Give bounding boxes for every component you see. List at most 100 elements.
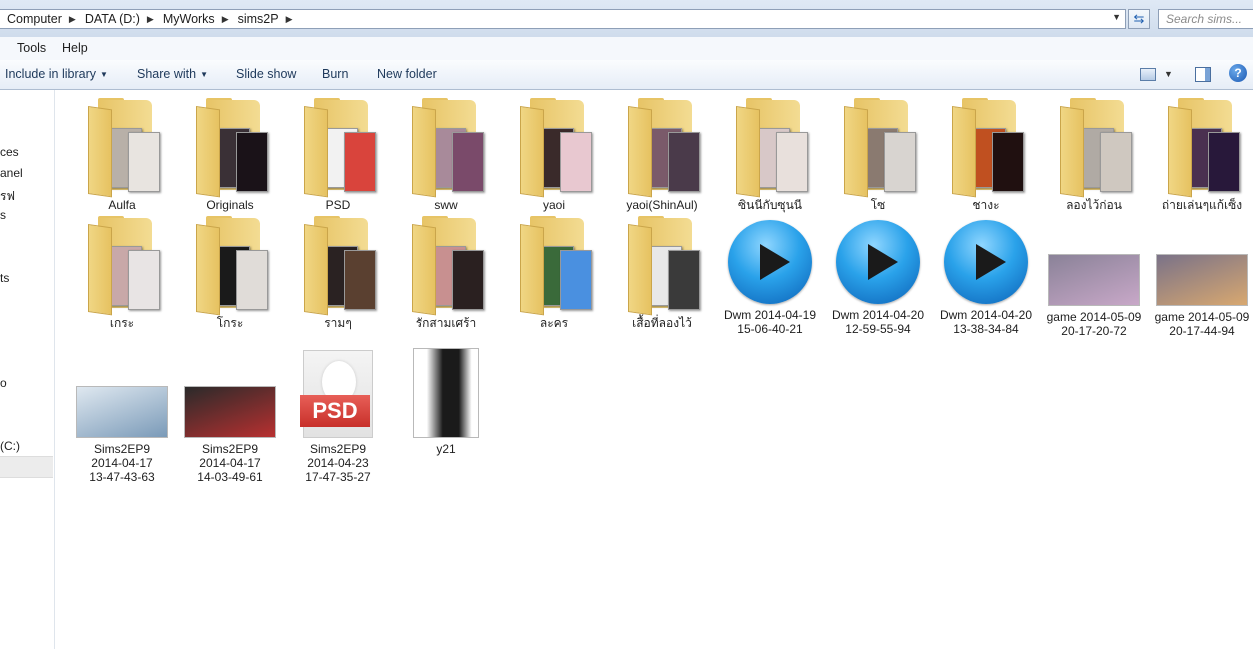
folder-item[interactable]: sww <box>392 98 500 212</box>
item-label: โซ <box>870 198 886 212</box>
file-item[interactable]: Dwm 2014-04-20 12-59-55-94 <box>824 216 932 336</box>
item-label: sww <box>434 198 458 212</box>
nav-item-selected[interactable] <box>0 456 53 478</box>
refresh-button[interactable]: ⇆ <box>1128 9 1150 29</box>
chevron-right-icon[interactable]: ▶ <box>284 14 295 25</box>
share-label: Share with <box>137 67 197 81</box>
folder-item[interactable]: โกระ <box>176 216 284 330</box>
folder-item[interactable]: เสื้อที่ลองไว้ <box>608 216 716 330</box>
refresh-icon: ⇆ <box>1133 11 1145 26</box>
item-label: Originals <box>206 198 254 212</box>
menu-help[interactable]: Help <box>62 41 88 55</box>
share-with-button[interactable]: Share with ▼ <box>137 67 208 81</box>
image-thumbnail <box>1156 254 1248 306</box>
file-item[interactable]: PSD Sims2EP9 2014-04-23 17-47-35-27 <box>284 348 392 484</box>
breadcrumb-computer[interactable]: Computer <box>0 12 67 26</box>
navigation-pane[interactable]: ces anel รฟ s ts o (C:) <box>0 90 55 649</box>
folder-icon <box>304 98 376 198</box>
include-label: Include in library <box>5 67 97 81</box>
item-label: Dwm 2014-04-20 13-38-34-84 <box>939 308 1033 336</box>
nav-item-s[interactable]: s <box>0 208 6 222</box>
folder-icon <box>520 216 592 316</box>
folder-icon <box>196 98 268 198</box>
image-thumbnail <box>76 386 168 438</box>
file-item[interactable]: Dwm 2014-04-20 13-38-34-84 <box>932 216 1040 336</box>
folder-item[interactable]: ลองไว้ก่อน <box>1040 98 1148 212</box>
chevron-right-icon[interactable]: ▶ <box>220 14 231 25</box>
folder-item[interactable]: โซ <box>824 98 932 212</box>
folder-item[interactable]: ละคร <box>500 216 608 330</box>
file-item[interactable]: game 2014-05-09 20-17-44-94 <box>1148 216 1253 338</box>
item-label: Sims2EP9 2014-04-17 13-47-43-63 <box>89 442 155 484</box>
item-label: ลองไว้ก่อน <box>1066 198 1122 212</box>
video-play-icon <box>728 220 812 304</box>
folder-item[interactable]: yaoi <box>500 98 608 212</box>
breadcrumb-data-drive[interactable]: DATA (D:) <box>78 12 145 26</box>
folder-item[interactable]: รามๆ <box>284 216 392 330</box>
preview-pane-icon[interactable] <box>1195 67 1211 82</box>
file-item[interactable]: Sims2EP9 2014-04-17 14-03-49-61 <box>176 348 284 484</box>
image-thumbnail <box>184 386 276 438</box>
file-item[interactable]: Sims2EP9 2014-04-17 13-47-43-63 <box>68 348 176 484</box>
folder-icon <box>88 98 160 198</box>
folder-item[interactable]: ชางะ <box>932 98 1040 212</box>
folder-icon <box>844 98 916 198</box>
folder-icon <box>412 98 484 198</box>
nav-item-o[interactable]: o <box>0 376 7 390</box>
item-label: ชางะ <box>972 198 1000 212</box>
item-label: โกระ <box>216 316 244 330</box>
folder-icon <box>1168 98 1240 198</box>
slide-show-button[interactable]: Slide show <box>236 67 296 81</box>
folder-icon <box>412 216 484 316</box>
nav-item-control-panel[interactable]: anel <box>0 166 23 180</box>
item-label: Sims2EP9 2014-04-23 17-47-35-27 <box>305 442 371 484</box>
breadcrumb[interactable]: Computer ▶ DATA (D:) ▶ MyWorks ▶ sims2P … <box>0 9 1126 29</box>
chevron-down-icon[interactable]: ▼ <box>1112 12 1121 22</box>
new-folder-button[interactable]: New folder <box>377 67 437 81</box>
help-icon[interactable]: ? <box>1229 64 1247 82</box>
folder-icon <box>304 216 376 316</box>
item-label: รักสามเศร้า <box>415 316 477 330</box>
nav-item-places[interactable]: ces <box>0 145 19 159</box>
chevron-right-icon[interactable]: ▶ <box>67 14 78 25</box>
folder-icon <box>628 98 700 198</box>
chevron-down-icon[interactable]: ▼ <box>1164 69 1173 79</box>
change-view-icon[interactable] <box>1140 68 1156 81</box>
folder-icon <box>196 216 268 316</box>
address-bar: Computer ▶ DATA (D:) ▶ MyWorks ▶ sims2P … <box>0 0 1253 38</box>
video-play-icon <box>944 220 1028 304</box>
item-label: เกระ <box>109 316 135 330</box>
breadcrumb-myworks[interactable]: MyWorks <box>156 12 220 26</box>
folder-item[interactable]: yaoi(ShinAul) <box>608 98 716 212</box>
item-label: Dwm 2014-04-20 12-59-55-94 <box>831 308 925 336</box>
burn-button[interactable]: Burn <box>322 67 348 81</box>
breadcrumb-sims2p[interactable]: sims2P <box>231 12 284 26</box>
file-item[interactable]: game 2014-05-09 20-17-20-72 <box>1040 216 1148 338</box>
folder-icon <box>520 98 592 198</box>
nav-item-thai[interactable]: รฟ <box>0 187 15 206</box>
folder-item[interactable]: ซินนีกับซุนนี <box>716 98 824 212</box>
include-in-library-button[interactable]: Include in library ▼ <box>5 67 108 81</box>
item-label: ซินนีกับซุนนี <box>738 198 802 212</box>
folder-item[interactable]: Aulfa <box>68 98 176 212</box>
item-label: Sims2EP9 2014-04-17 14-03-49-61 <box>197 442 263 484</box>
folder-item[interactable]: ถ่ายเล่นๆแก้เซ็ง <box>1148 98 1253 212</box>
folder-item[interactable]: เกระ <box>68 216 176 330</box>
file-grid: Aulfa Originals PSD sww yaoi yaoi(ShinAul) ซิน… <box>55 90 1253 649</box>
psd-file-icon: PSD <box>300 350 373 438</box>
file-item[interactable]: y21 <box>392 348 500 456</box>
item-label: yaoi <box>542 198 565 212</box>
folder-icon <box>952 98 1024 198</box>
nav-item-c-drive[interactable]: (C:) <box>0 439 20 453</box>
video-play-icon <box>836 220 920 304</box>
menu-tools[interactable]: Tools <box>17 41 46 55</box>
folder-item[interactable]: PSD <box>284 98 392 212</box>
chevron-down-icon: ▼ <box>200 70 208 79</box>
folder-item[interactable]: รักสามเศร้า <box>392 216 500 330</box>
chevron-right-icon[interactable]: ▶ <box>145 14 156 25</box>
search-input[interactable]: Search sims... <box>1158 9 1253 29</box>
folder-item[interactable]: Originals <box>176 98 284 212</box>
nav-item-ts[interactable]: ts <box>0 271 9 285</box>
item-label: Dwm 2014-04-19 15-06-40-21 <box>723 308 817 336</box>
file-item[interactable]: Dwm 2014-04-19 15-06-40-21 <box>716 216 824 336</box>
